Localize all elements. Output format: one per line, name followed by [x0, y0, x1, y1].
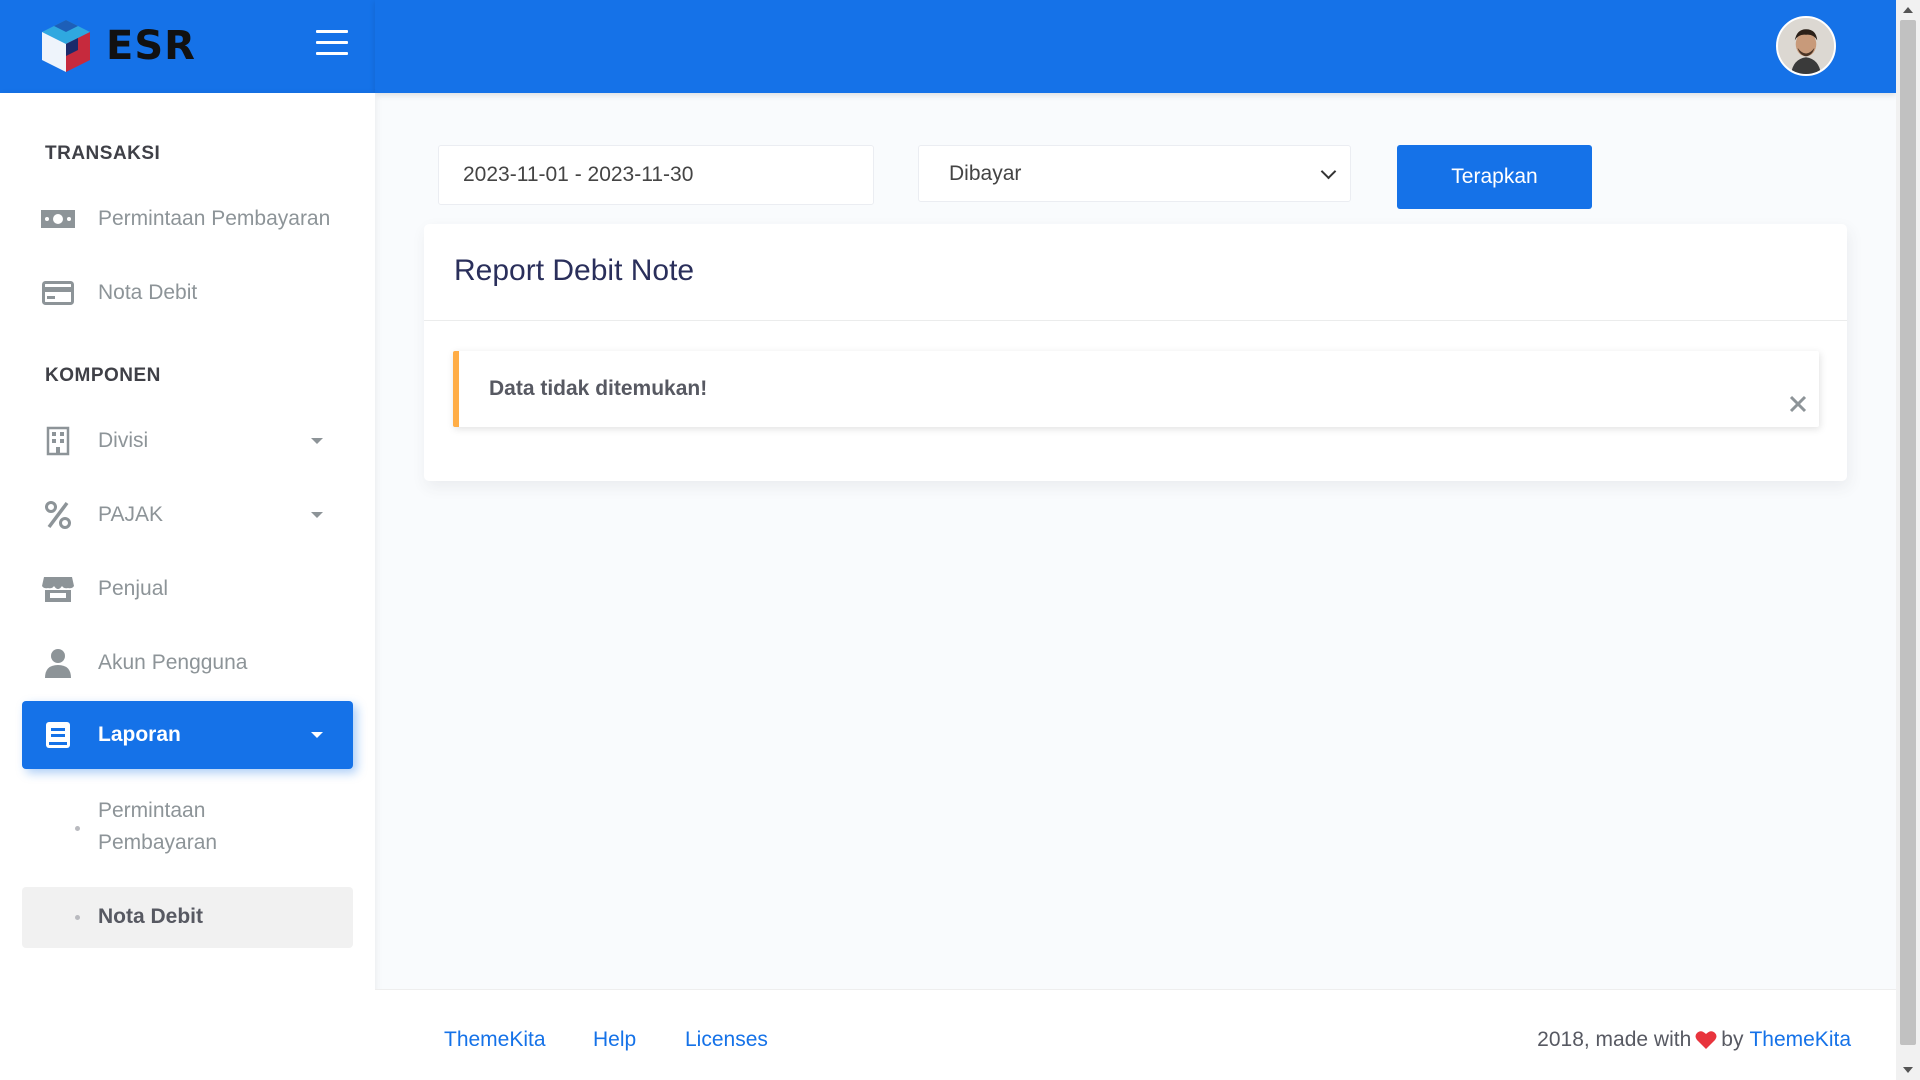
user-avatar[interactable]: [1776, 16, 1836, 76]
report-card: Report Debit Note Data tidak ditemukan!: [424, 224, 1847, 481]
section-transaksi: TRANSAKSI: [45, 143, 161, 164]
sidebar-item-label: Laporan: [98, 723, 181, 746]
footer-link-themekita[interactable]: ThemeKita: [444, 1028, 546, 1052]
money-icon: [38, 208, 78, 230]
sub-item-nota-debit[interactable]: Nota Debit: [22, 887, 353, 948]
caret-down-icon: [311, 438, 323, 444]
sidebar-item-pajak[interactable]: PAJAK: [22, 481, 353, 549]
logo-header: ESR: [0, 0, 375, 93]
avatar-photo-icon: [1778, 18, 1834, 74]
building-icon: [38, 426, 78, 456]
sidebar-item-label: Nota Debit: [98, 281, 198, 304]
sidebar-item-label: Penjual: [98, 577, 169, 600]
alert-message: Data tidak ditemukan!: [489, 377, 708, 400]
section-komponen: KOMPONEN: [45, 365, 161, 386]
sidebar-item-label: PAJAK: [98, 503, 163, 526]
copyright-text: 2018, made with: [1537, 1028, 1692, 1051]
copyright-by: by: [1721, 1028, 1744, 1051]
date-range-input[interactable]: [438, 145, 874, 205]
status-select[interactable]: Dibayar: [918, 145, 1351, 202]
sidebar-item-penjual[interactable]: Penjual: [22, 555, 353, 623]
caret-down-icon: [311, 512, 323, 518]
footer-link-help[interactable]: Help: [593, 1028, 636, 1052]
user-icon: [38, 648, 78, 678]
store-icon: [38, 575, 78, 603]
card-title: Report Debit Note: [454, 254, 695, 287]
sidebar-item-divisi[interactable]: Divisi: [22, 407, 353, 475]
sub-item-permintaan-pembayaran[interactable]: Permintaan Pembayaran: [22, 793, 353, 863]
credit-card-icon: [38, 281, 78, 305]
close-icon[interactable]: [1787, 393, 1809, 415]
warning-alert: Data tidak ditemukan!: [453, 351, 1819, 427]
scroll-up-icon[interactable]: [1903, 7, 1913, 13]
sidebar: TRANSAKSI Permintaan Pembayaran Nota Deb…: [0, 93, 375, 1080]
scroll-thumb[interactable]: [1900, 20, 1916, 1045]
sub-item-label-line1: Permintaan: [98, 799, 206, 822]
footer: ThemeKita Help Licenses 2018, made with …: [375, 989, 1896, 1080]
footer-link-licenses[interactable]: Licenses: [685, 1028, 768, 1052]
cube-logo-icon: [42, 20, 90, 72]
footer-copyright: 2018, made with by ThemeKita: [1537, 1028, 1851, 1052]
footer-brand-link[interactable]: ThemeKita: [1749, 1028, 1851, 1052]
heart-icon: [1695, 1031, 1717, 1049]
sidebar-item-label: Akun Pengguna: [98, 651, 248, 674]
status-select-value: Dibayar: [949, 161, 1022, 185]
book-icon: [38, 721, 78, 749]
sidebar-item-laporan[interactable]: Laporan: [22, 701, 353, 769]
sub-item-label-line2: Pembayaran: [98, 831, 218, 854]
card-divider: [424, 320, 1847, 321]
sub-item-label: Nota Debit: [98, 905, 203, 928]
hamburger-menu-icon[interactable]: [316, 30, 348, 58]
logo-text: ESR: [106, 23, 196, 69]
chevron-down-icon: [1320, 163, 1337, 180]
sidebar-item-nota-debit[interactable]: Nota Debit: [22, 259, 353, 327]
bullet-dot-icon: [75, 826, 80, 831]
top-navbar: [375, 0, 1896, 93]
scroll-down-icon[interactable]: [1903, 1067, 1913, 1073]
sidebar-item-label: Divisi: [98, 429, 149, 452]
logo[interactable]: ESR: [36, 16, 196, 76]
percent-icon: [38, 500, 78, 530]
bullet-dot-icon: [75, 915, 80, 920]
apply-button[interactable]: Terapkan: [1397, 145, 1592, 209]
sidebar-item-akun-pengguna[interactable]: Akun Pengguna: [22, 629, 353, 697]
sidebar-item-permintaan-pembayaran[interactable]: Permintaan Pembayaran: [22, 185, 353, 253]
scrollbar[interactable]: [1896, 0, 1920, 1080]
sidebar-item-label: Permintaan Pembayaran: [98, 207, 331, 230]
caret-down-icon: [311, 732, 323, 738]
